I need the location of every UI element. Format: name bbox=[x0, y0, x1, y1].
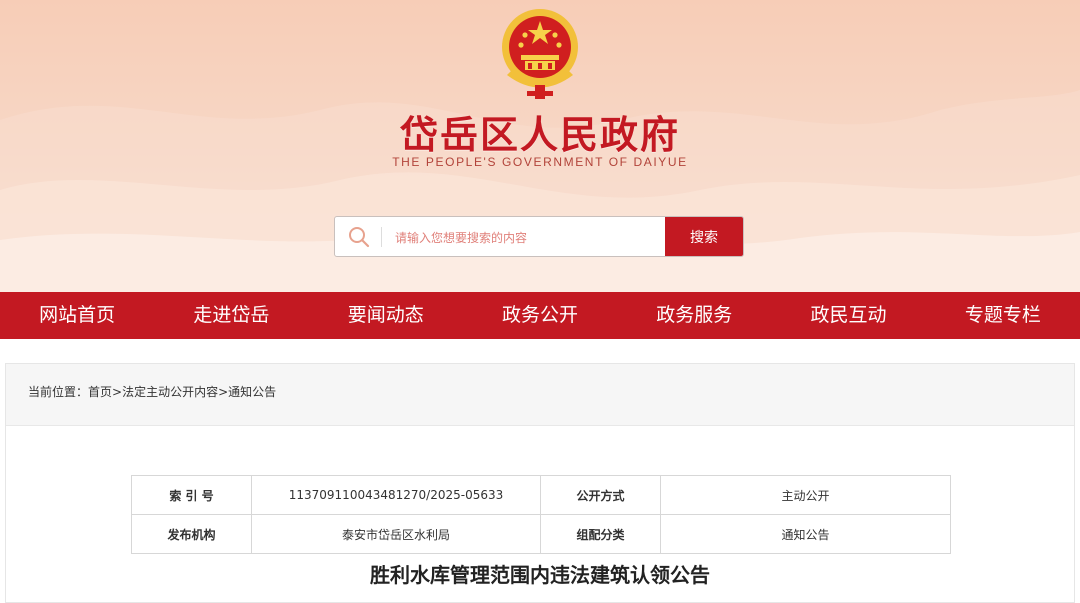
publisher-label: 发布机构 bbox=[131, 514, 252, 554]
main-nav: 网站首页 走进岱岳 要闻动态 政务公开 政务服务 政民互动 专题专栏 bbox=[0, 292, 1080, 339]
disclosure-method-label: 公开方式 bbox=[540, 475, 661, 515]
site-subtitle: THE PEOPLE'S GOVERNMENT OF DAIYUE bbox=[392, 155, 688, 169]
nav-item-about-daiyue[interactable]: 走进岱岳 bbox=[154, 292, 308, 339]
search-icon bbox=[349, 227, 370, 248]
content-panel: 当前位置：首页>法定主动公开内容>通知公告 索 引 号 113709110043… bbox=[5, 363, 1075, 603]
table-row: 索 引 号 113709110043481270/2025-05633 公开方式… bbox=[131, 475, 951, 515]
breadcrumb-separator: > bbox=[112, 385, 123, 399]
search-button[interactable]: 搜索 bbox=[665, 217, 743, 256]
breadcrumb: 当前位置：首页>法定主动公开内容>通知公告 bbox=[6, 364, 1074, 426]
category-value: 通知公告 bbox=[660, 514, 951, 554]
site-header: 岱岳区人民政府 THE PEOPLE'S GOVERNMENT OF DAIYU… bbox=[0, 0, 1080, 292]
article-title: 胜利水库管理范围内违法建筑认领公告 bbox=[370, 563, 710, 587]
index-number-label: 索 引 号 bbox=[131, 475, 252, 515]
breadcrumb-separator: > bbox=[218, 385, 229, 399]
nav-item-government-affairs[interactable]: 政务公开 bbox=[463, 292, 617, 339]
publisher-value: 泰安市岱岳区水利局 bbox=[251, 514, 541, 554]
breadcrumb-notices[interactable]: 通知公告 bbox=[228, 385, 276, 399]
document-info-table: 索 引 号 113709110043481270/2025-05633 公开方式… bbox=[131, 475, 951, 554]
nav-item-interaction[interactable]: 政民互动 bbox=[771, 292, 925, 339]
nav-item-government-services[interactable]: 政务服务 bbox=[617, 292, 771, 339]
site-title: 岱岳区人民政府 bbox=[399, 113, 680, 157]
nav-item-news[interactable]: 要闻动态 bbox=[309, 292, 463, 339]
index-number-value: 113709110043481270/2025-05633 bbox=[251, 475, 541, 515]
table-row: 发布机构 泰安市岱岳区水利局 组配分类 通知公告 bbox=[131, 514, 951, 554]
disclosure-method-value: 主动公开 bbox=[660, 475, 951, 515]
search-box: 搜索 bbox=[334, 216, 744, 257]
breadcrumb-prefix: 当前位置： bbox=[28, 385, 89, 399]
nav-item-special-topics[interactable]: 专题专栏 bbox=[926, 292, 1080, 339]
category-label: 组配分类 bbox=[540, 514, 661, 554]
national-emblem-icon bbox=[502, 9, 578, 99]
breadcrumb-disclosure[interactable]: 法定主动公开内容 bbox=[122, 385, 218, 399]
search-input[interactable] bbox=[393, 217, 667, 256]
breadcrumb-home[interactable]: 首页 bbox=[88, 385, 112, 399]
search-separator bbox=[381, 227, 382, 247]
nav-item-home[interactable]: 网站首页 bbox=[0, 292, 154, 339]
